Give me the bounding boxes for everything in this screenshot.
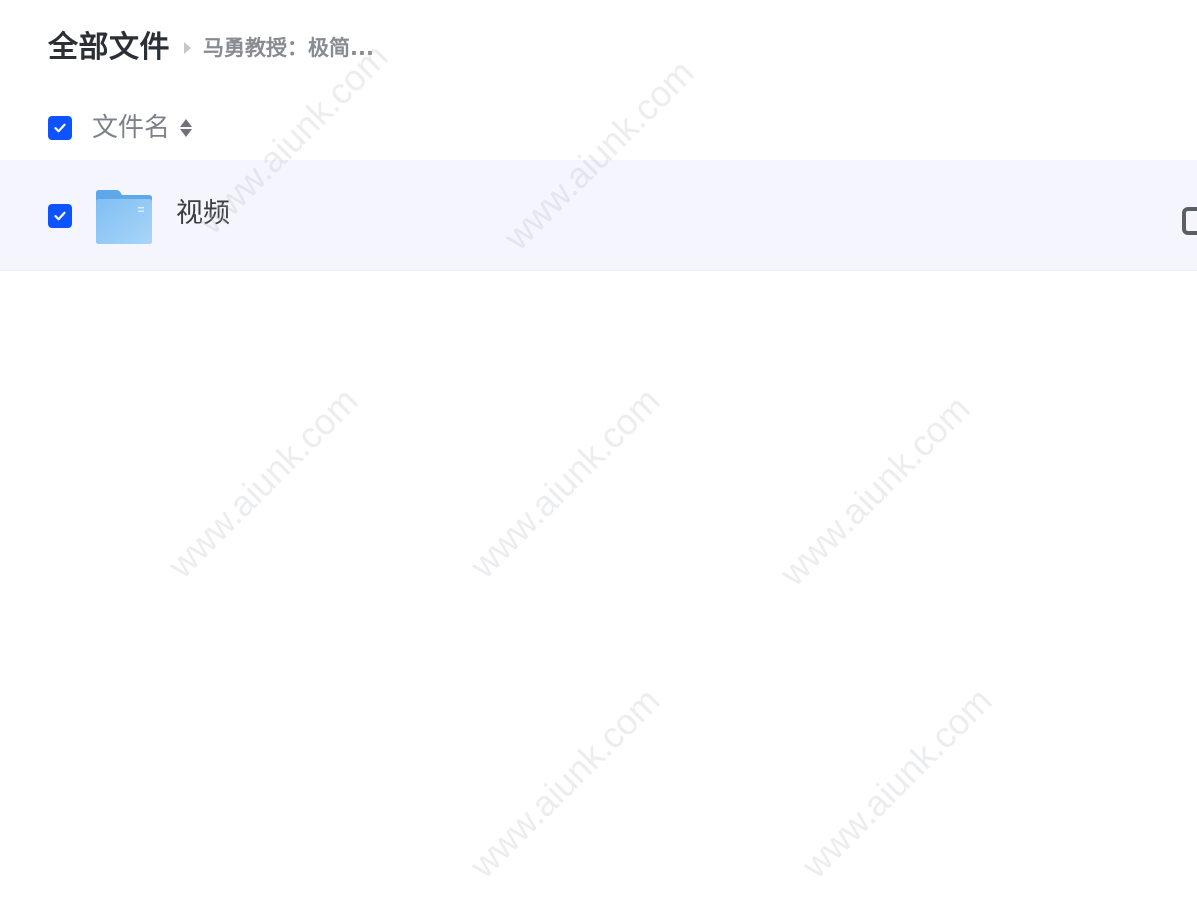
file-name[interactable]: 视频 [176, 194, 230, 234]
watermark: www.aiunk.com [771, 387, 978, 594]
select-all-checkbox[interactable] [48, 116, 72, 140]
breadcrumb-current: 马勇教授：极简... [203, 36, 374, 60]
list-header: 文件名 [0, 104, 1197, 152]
sort-icon[interactable] [180, 119, 193, 137]
caret-right-icon [184, 42, 191, 54]
watermark: www.aiunk.com [461, 379, 668, 586]
check-icon [54, 211, 66, 221]
row-checkbox[interactable] [48, 204, 72, 228]
check-icon [54, 123, 66, 133]
breadcrumb-root[interactable]: 全部文件 [48, 28, 170, 68]
watermark: www.aiunk.com [159, 379, 366, 586]
table-row[interactable]: 视频 [0, 160, 1197, 271]
name-column-header[interactable]: 文件名 [92, 108, 193, 148]
file-manager-page: 全部文件 马勇教授：极简... 文件名 视频 www.aiunk.com www… [0, 0, 1197, 914]
folder-icon [96, 190, 152, 244]
breadcrumb: 全部文件 马勇教授：极简... [48, 28, 374, 68]
row-action-icon[interactable] [1182, 207, 1197, 235]
watermark: www.aiunk.com [793, 679, 1000, 886]
name-column-label: 文件名 [92, 113, 171, 143]
watermark: www.aiunk.com [461, 679, 668, 886]
